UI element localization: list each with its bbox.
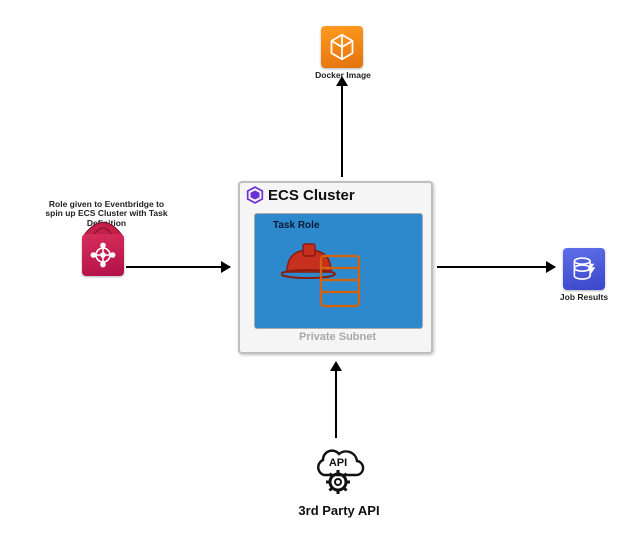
ecs-cluster-group: ECS Cluster Task Role Private Subnet	[238, 181, 433, 354]
api-label: 3rd Party API	[284, 503, 394, 519]
task-role-label: Task Role	[273, 220, 320, 231]
arrow-cluster-to-ecr	[341, 78, 343, 177]
arrow-api-to-cluster	[335, 363, 337, 438]
dynamodb-label: Job Results	[553, 292, 615, 302]
private-subnet-caption: Private Subnet	[254, 331, 421, 343]
task-role-icon	[281, 232, 371, 312]
eventbridge-node	[82, 234, 124, 276]
ecr-container-icon	[328, 33, 356, 61]
ecr-node	[321, 26, 363, 68]
ecs-cluster-icon	[246, 186, 264, 204]
private-subnet-box: Task Role	[254, 213, 423, 329]
arrow-eventbridge-to-cluster	[126, 266, 230, 268]
dynamodb-node	[563, 248, 605, 290]
api-node: API	[308, 438, 368, 498]
arrow-cluster-to-dynamodb	[437, 266, 555, 268]
eventbridge-icon	[89, 241, 117, 269]
svg-text:API: API	[329, 457, 347, 469]
ecs-cluster-title: ECS Cluster	[268, 187, 355, 204]
eventbridge-canopy-icon	[82, 218, 124, 232]
api-gear-icon: API	[308, 438, 368, 498]
diagram-canvas: Docker Image Role given to Eventbridge t…	[0, 0, 640, 540]
dynamodb-icon	[570, 255, 598, 283]
